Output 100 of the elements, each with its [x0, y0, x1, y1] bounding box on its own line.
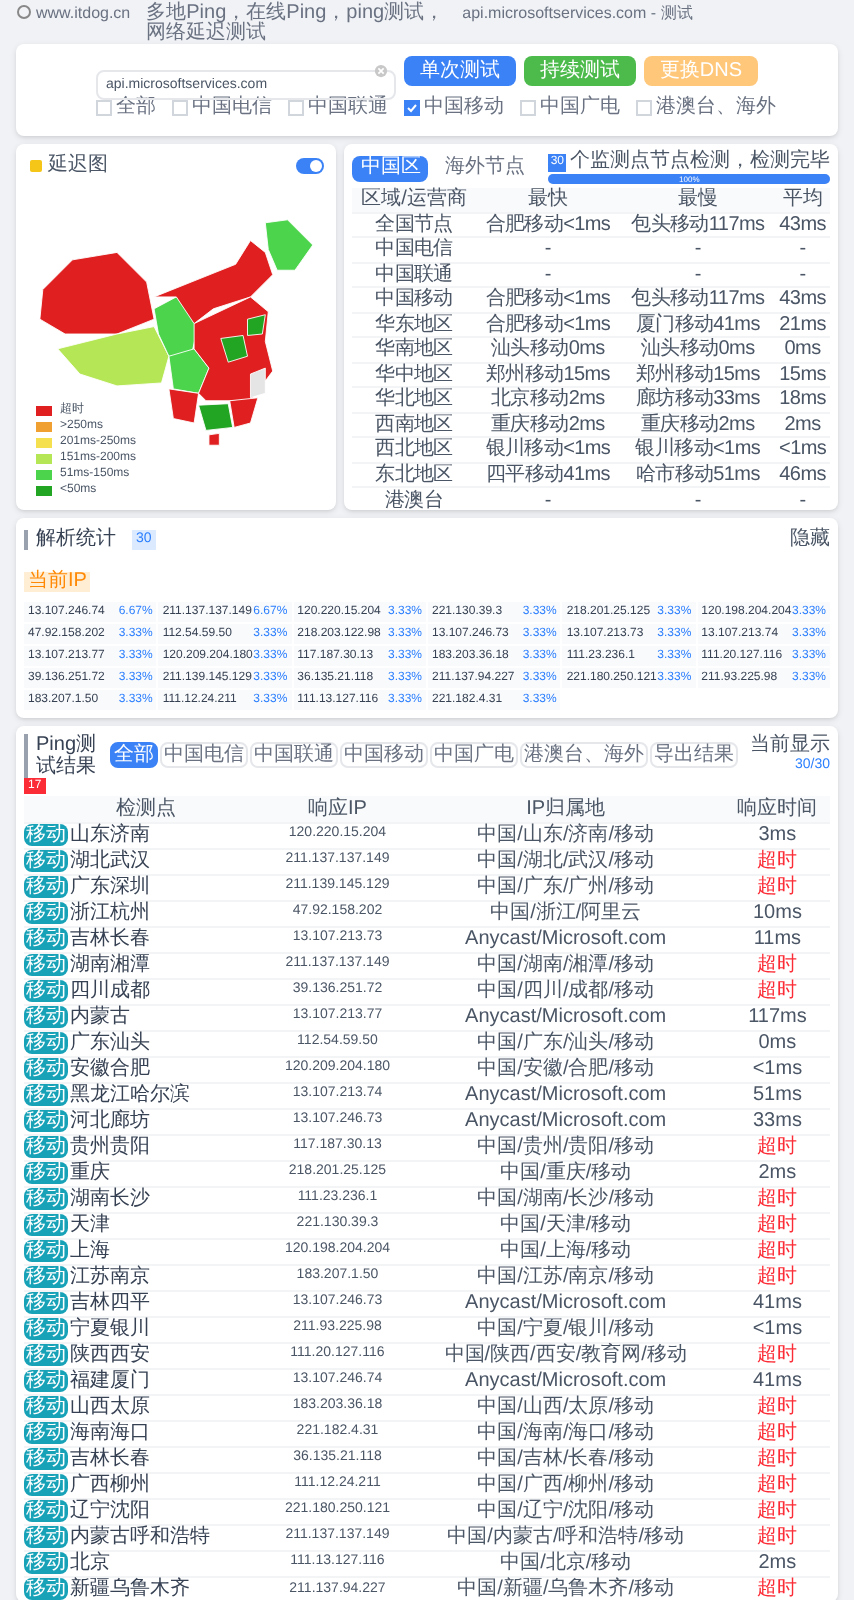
isp-badge: 移动	[24, 1006, 68, 1028]
node-name: 广东汕头	[70, 1032, 150, 1054]
table-cell: 华东地区	[352, 312, 476, 337]
table-cell: 中国联通	[352, 262, 476, 287]
filter-tab[interactable]: 中国联通	[250, 742, 338, 768]
table-cell: <1ms	[775, 437, 830, 462]
isp-badge: 移动	[24, 1266, 68, 1288]
chart-icon	[28, 158, 44, 174]
filter-tab[interactable]: 全部	[110, 742, 158, 768]
response-time-cell: 3ms	[724, 822, 830, 848]
region-tab[interactable]: 中国区	[352, 155, 429, 181]
table-cell: 郑州移动15ms	[620, 362, 776, 387]
isp-badge: 移动	[24, 876, 68, 898]
response-time-cell: 超时	[724, 1264, 830, 1290]
current-ip-tag: 当前IP	[24, 572, 91, 592]
table-cell: -	[475, 262, 621, 287]
toggle-switch[interactable]	[296, 158, 325, 174]
node-name: 山西太原	[70, 1396, 150, 1418]
column-header: 最快	[475, 188, 621, 212]
shown-label: 当前显示	[750, 734, 830, 756]
test-button[interactable]: 单次测试	[403, 56, 516, 86]
table-cell: -	[475, 487, 621, 512]
site-address[interactable]: www.itdog.cn	[36, 4, 131, 24]
progress-text: 个监测点节点检测，检测完毕	[570, 152, 830, 172]
collapse-link[interactable]: 隐藏	[790, 530, 830, 550]
response-time-cell: 11ms	[724, 926, 830, 952]
response-time-cell: 51ms	[724, 1082, 830, 1108]
node-name: 新疆乌鲁木齐	[70, 1578, 190, 1600]
filter-label[interactable]: 港澳台、海外	[656, 98, 776, 118]
filter-label[interactable]: 中国广电	[540, 98, 620, 118]
response-time-cell: 超时	[724, 1186, 830, 1212]
clear-icon[interactable]	[373, 64, 388, 78]
isp-badge: 移动	[24, 1500, 68, 1522]
filter-tab[interactable]: 导出结果	[650, 742, 738, 768]
location-cell: 中国/山东/济南/移动	[406, 822, 725, 848]
table-cell: 包头移动117ms	[620, 212, 776, 237]
table-cell: 东北地区	[352, 462, 476, 487]
filter-tab[interactable]: 中国电信	[160, 742, 248, 768]
node-name: 吉林四平	[70, 1292, 150, 1314]
table-cell: -	[620, 237, 776, 262]
table-cell: -	[775, 487, 830, 512]
isp-badge: 移动	[24, 1058, 68, 1080]
table-cell: 全国节点	[352, 212, 476, 237]
location-cell: 中国/浙江/阿里云	[406, 900, 725, 926]
node-name: 辽宁沈阳	[70, 1500, 150, 1522]
isp-badge: 移动	[24, 1422, 68, 1444]
isp-badge: 移动	[24, 1526, 68, 1548]
table-cell: 包头移动117ms	[620, 287, 776, 312]
isp-badge: 移动	[24, 1318, 68, 1340]
location-cell: 中国/重庆/移动	[406, 1160, 725, 1186]
table-cell: 银川移动<1ms	[475, 437, 621, 462]
response-time-cell: 超时	[724, 1420, 830, 1446]
location-cell: 中国/广东/广州/移动	[406, 874, 725, 900]
location-cell: 中国/北京/移动	[406, 1550, 725, 1576]
node-name: 天津	[70, 1214, 110, 1236]
location-cell: Anycast/Microsoft.com	[406, 1368, 725, 1394]
location-cell: 中国/新疆/乌鲁木齐/移动	[406, 1576, 725, 1600]
response-time-cell: 超时	[724, 1524, 830, 1550]
page-target: api.microsoftservices.com - 测试	[462, 4, 695, 24]
response-time-cell: <1ms	[724, 1056, 830, 1082]
response-time-cell: 2ms	[724, 1160, 830, 1186]
response-time-cell: 超时	[724, 1134, 830, 1160]
isp-badge: 移动	[24, 1240, 68, 1262]
column-header: 平均	[775, 188, 830, 212]
location-cell: Anycast/Microsoft.com	[406, 1290, 725, 1316]
response-time-cell: 超时	[724, 1394, 830, 1420]
isp-badge: 移动	[24, 1032, 68, 1054]
filter-tab[interactable]: 中国移动	[340, 742, 428, 768]
region-tab[interactable]: 海外节点	[436, 155, 533, 181]
response-time-cell: 超时	[724, 1472, 830, 1498]
isp-badge: 移动	[24, 1578, 68, 1600]
response-time-cell: 超时	[724, 1576, 830, 1600]
response-time-cell: 117ms	[724, 1004, 830, 1030]
table-cell: 2ms	[775, 412, 830, 437]
table-cell: 银川移动<1ms	[620, 437, 776, 462]
filter-checkbox[interactable]	[404, 100, 420, 116]
table-cell: 21ms	[775, 312, 830, 337]
isp-badge: 移动	[24, 1474, 68, 1496]
node-name: 北京	[70, 1552, 110, 1574]
location-cell: 中国/贵州/贵阳/移动	[406, 1134, 725, 1160]
table-cell: 重庆移动2ms	[620, 412, 776, 437]
node-name: 河北廊坊	[70, 1110, 150, 1132]
isp-badge: 移动	[24, 850, 68, 872]
location-cell: 中国/广西/柳州/移动	[406, 1472, 725, 1498]
node-name: 湖南湘潭	[70, 954, 150, 976]
node-name: 安徽合肥	[70, 1058, 150, 1080]
node-name: 江苏南京	[70, 1266, 150, 1288]
site-tagline: 多地Ping，在线Ping，ping测试，网络延迟测试	[146, 4, 447, 44]
location-cell: 中国/湖南/长沙/移动	[406, 1186, 725, 1212]
filter-label[interactable]: 中国移动	[424, 98, 504, 118]
isp-badge: 移动	[24, 980, 68, 1002]
location-cell: 中国/陕西/西安/教育网/移动	[406, 1342, 725, 1368]
location-cell: 中国/海南/海口/移动	[406, 1420, 725, 1446]
filter-tab[interactable]: 港澳台、海外	[520, 742, 648, 768]
filter-tab[interactable]: 中国广电	[430, 742, 518, 768]
response-time-cell: 超时	[724, 874, 830, 900]
column-header: 区域/运营商	[352, 188, 476, 212]
isp-badge: 移动	[24, 1292, 68, 1314]
location-cell: 中国/江苏/南京/移动	[406, 1264, 725, 1290]
table-cell: 18ms	[775, 387, 830, 412]
